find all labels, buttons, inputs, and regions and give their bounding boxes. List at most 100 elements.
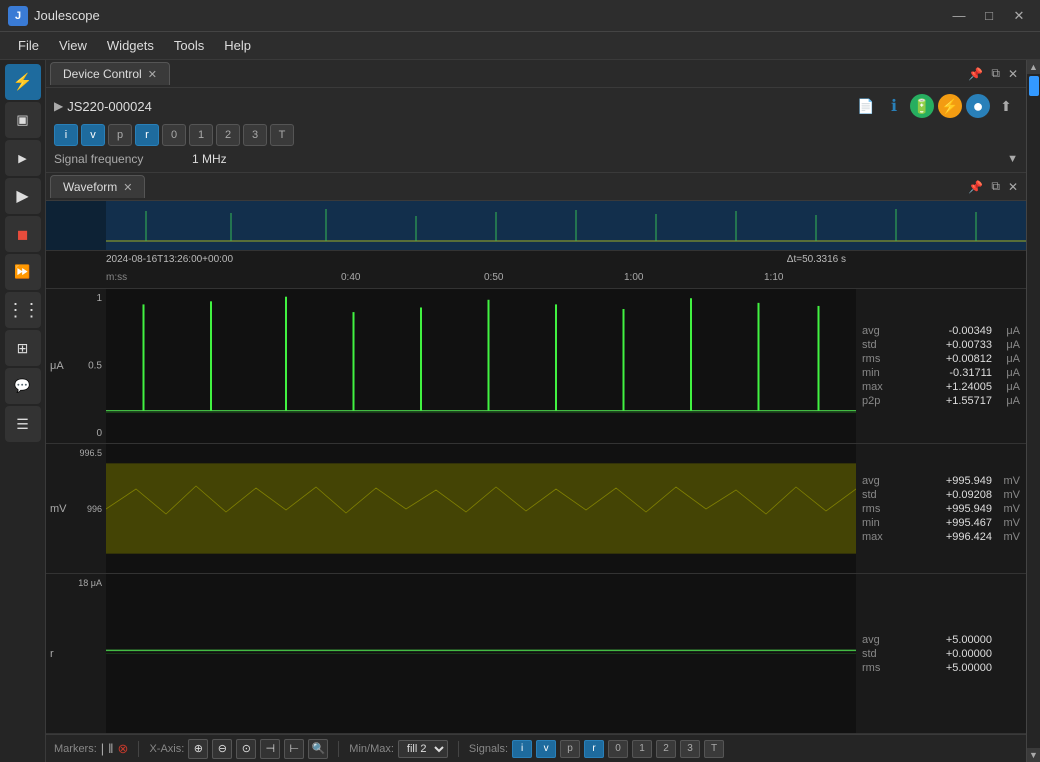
sidebar-btn-play[interactable]: ▶ (5, 178, 41, 214)
xaxis-label: X-Axis: (149, 743, 184, 755)
menu-tools[interactable]: Tools (164, 34, 214, 57)
bb-sig-2[interactable]: 2 (656, 740, 676, 758)
signal-btn-T[interactable]: T (270, 124, 294, 146)
scrollbar-down-btn[interactable]: ▼ (1027, 748, 1040, 762)
scrollbar-thumb[interactable] (1029, 76, 1039, 96)
device-name-label: JS220-000024 (67, 99, 152, 114)
current-y-max: 1 (96, 293, 102, 304)
sidebar-btn-layers[interactable]: ⋮⋮ (5, 292, 41, 328)
xaxis-section: X-Axis: ⊕ ⊖ ⊙ ⊣ ⊢ 🔍 (149, 739, 328, 759)
menu-file[interactable]: File (8, 34, 49, 57)
minmax-select[interactable]: fill 2 fill 1 off (398, 740, 448, 758)
current-stat-rms: rms +0.00812 μA (862, 353, 1020, 365)
signal-btn-0[interactable]: 0 (162, 124, 186, 146)
titlebar-controls: — □ ✕ (946, 6, 1032, 26)
zoom-in-btn[interactable]: ⊕ (188, 739, 208, 759)
overview-strip (46, 201, 1026, 251)
device-battery-btn[interactable]: 🔋 (910, 94, 934, 118)
tab-action-pin[interactable]: 📌 (966, 65, 985, 83)
bb-sig-3[interactable]: 3 (680, 740, 700, 758)
bb-sig-v[interactable]: v (536, 740, 556, 758)
waveform-tab-close[interactable]: ✕ (123, 181, 132, 194)
signal-btn-1[interactable]: 1 (189, 124, 213, 146)
maximize-button[interactable]: □ (976, 6, 1002, 26)
sep2 (338, 741, 339, 757)
right-scrollbar[interactable]: ▲ ▼ (1026, 60, 1040, 762)
time-axis: 2024-08-16T13:26:00+00:00 m:ss 0:40 0:50… (46, 251, 1026, 289)
device-lightning-btn[interactable]: ⚡ (938, 94, 962, 118)
signal-btn-p[interactable]: p (108, 124, 132, 146)
waveform-tab[interactable]: Waveform ✕ (50, 175, 145, 198)
scrollbar-body (1027, 74, 1040, 748)
signal-btn-2[interactable]: 2 (216, 124, 240, 146)
signal-btn-3[interactable]: 3 (243, 124, 267, 146)
markers-label: Markers: (54, 743, 97, 755)
resistance-stat-avg: avg +5.00000 (862, 634, 1020, 646)
main-layout: ⚡ ▣ ▶ ▶ ◼ ⏩ ⋮⋮ ⊞ 💬 ☰ Device Control ✕ 📌 … (0, 60, 1040, 762)
device-upload-btn[interactable]: ⬆ (994, 94, 1018, 118)
minmax-section: Min/Max: fill 2 fill 1 off (349, 740, 448, 758)
sidebar-btn-forward[interactable]: ⏩ (5, 254, 41, 290)
marker-delete-btn[interactable]: ⊗ (118, 741, 129, 757)
signals-label: Signals: (469, 743, 508, 755)
signal-btn-r[interactable]: r (135, 124, 159, 146)
tab-action-float[interactable]: ⧉ (989, 64, 1002, 83)
scrollbar-up-btn[interactable]: ▲ (1027, 60, 1040, 74)
app-title-label: Joulescope (34, 8, 100, 23)
device-info-btn[interactable]: ℹ (882, 94, 906, 118)
device-circle-btn[interactable]: ● (966, 94, 990, 118)
time-format-label: m:ss (106, 272, 127, 283)
resistance-stat-rms: rms +5.00000 (862, 662, 1020, 674)
zoom-sel-btn[interactable]: 🔍 (308, 739, 328, 759)
signal-btn-v[interactable]: v (81, 124, 105, 146)
waveform-float-btn[interactable]: ⧉ (989, 177, 1002, 196)
resistance-stat-std: std +0.00000 (862, 648, 1020, 660)
app-icon: J (8, 6, 28, 26)
device-doc-btn[interactable]: 📄 (854, 94, 878, 118)
sidebar-btn-square[interactable]: ▣ (5, 102, 41, 138)
close-button[interactable]: ✕ (1006, 6, 1032, 26)
pan-right-btn[interactable]: ⊢ (284, 739, 304, 759)
current-y-zero: 0 (96, 428, 102, 439)
current-stat-max: max +1.24005 μA (862, 381, 1020, 393)
sidebar-btn-stop[interactable]: ◼ (5, 216, 41, 252)
bb-sig-0[interactable]: 0 (608, 740, 628, 758)
sidebar-btn-grid[interactable]: ⊞ (5, 330, 41, 366)
menu-help[interactable]: Help (214, 34, 261, 57)
sidebar-btn-menu[interactable]: ☰ (5, 406, 41, 442)
bottom-toolbar: Markers: | ‖ ⊗ X-Axis: ⊕ ⊖ ⊙ ⊣ ⊢ 🔍 Min/M… (46, 734, 1026, 762)
menu-widgets[interactable]: Widgets (97, 34, 164, 57)
marker-single-btn[interactable]: | (101, 741, 104, 756)
minimize-button[interactable]: — (946, 6, 972, 26)
sep3 (458, 741, 459, 757)
marker-double-btn[interactable]: ‖ (108, 741, 113, 756)
zoom-fit-btn[interactable]: ⊙ (236, 739, 256, 759)
device-control-tab[interactable]: Device Control ✕ (50, 62, 170, 85)
waveform-close-btn[interactable]: ✕ (1006, 178, 1020, 196)
zoom-out-btn[interactable]: ⊖ (212, 739, 232, 759)
menu-view[interactable]: View (49, 34, 97, 57)
time-label-050: 0:50 (484, 272, 503, 283)
voltage-label-area: 996.5 996 mV (46, 444, 106, 573)
bb-sig-i[interactable]: i (512, 740, 532, 758)
sidebar: ⚡ ▣ ▶ ▶ ◼ ⏩ ⋮⋮ ⊞ 💬 ☰ (0, 60, 46, 762)
bb-sig-T[interactable]: T (704, 740, 724, 758)
voltage-y-max: 996.5 (79, 448, 102, 458)
tab-action-close[interactable]: ✕ (1006, 65, 1020, 83)
bb-sig-p[interactable]: p (560, 740, 580, 758)
device-control-tab-close[interactable]: ✕ (148, 68, 157, 81)
waveform-tab-actions: 📌 ⧉ ✕ (966, 177, 1026, 196)
menubar: File View Widgets Tools Help (0, 32, 1040, 60)
bb-sig-r[interactable]: r (584, 740, 604, 758)
signal-btn-i[interactable]: i (54, 124, 78, 146)
waveform-pin-btn[interactable]: 📌 (966, 178, 985, 196)
sidebar-btn-lightning[interactable]: ⚡ (5, 64, 41, 100)
sidebar-btn-chat[interactable]: 💬 (5, 368, 41, 404)
sidebar-btn-play-sm[interactable]: ▶ (5, 140, 41, 176)
freq-dropdown-arrow[interactable]: ▼ (1007, 153, 1018, 165)
current-stats: avg -0.00349 μA std +0.00733 μA rms +0.0… (856, 289, 1026, 443)
bb-sig-1[interactable]: 1 (632, 740, 652, 758)
time-label-110: 1:10 (764, 272, 783, 283)
pan-left-btn[interactable]: ⊣ (260, 739, 280, 759)
device-expand-arrow[interactable]: ▶ (54, 99, 63, 113)
